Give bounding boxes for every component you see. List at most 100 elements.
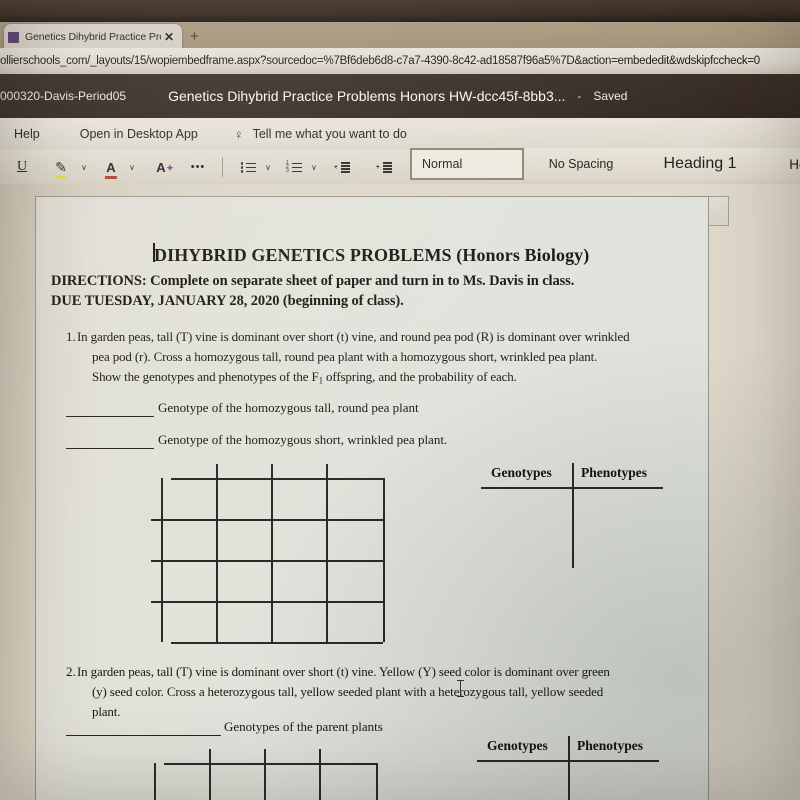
- underline-button[interactable]: U: [6, 150, 38, 184]
- phenotypes-header-1: Phenotypes: [581, 465, 648, 480]
- punnett-1-hline-2: [151, 560, 383, 562]
- ellipsis-icon: •••: [190, 160, 206, 173]
- address-bar-url: ollierschools_com/_layouts/15/wopiembedf…: [0, 55, 760, 67]
- directions-line-1: DIRECTIONS: Complete on separate sheet o…: [51, 273, 575, 289]
- app-header: 000320-Davis-Period05 Genetics Dihybrid …: [0, 74, 800, 118]
- font-color-button[interactable]: A: [98, 150, 124, 184]
- decrease-indent-icon: ‹: [335, 161, 350, 173]
- punnett-1-vline-3: [326, 464, 328, 642]
- punnett-square-1[interactable]: [151, 464, 393, 644]
- table-1-horizontal-rule: [481, 487, 663, 489]
- title-separator: -: [577, 89, 582, 103]
- directions-line-2: DUE TUESDAY, JANUARY 28, 2020 (beginning…: [51, 293, 404, 309]
- question-1-line-2: pea pod (r). Cross a homozygous tall, ro…: [92, 349, 598, 364]
- question-2-line-1: In garden peas, tall (T) vine is dominan…: [77, 664, 610, 679]
- clear-formatting-letter: A: [156, 159, 166, 175]
- increase-indent-button[interactable]: ›: [370, 150, 398, 184]
- punnett-2-hline-0: [164, 763, 376, 765]
- increase-indent-icon: ›: [377, 161, 392, 173]
- tab-title: Genetics Dihybrid Practice Proble: [25, 31, 161, 43]
- more-font-options-button[interactable]: •••: [184, 150, 212, 184]
- answer-blank-1a-label: Genotype of the homozygous tall, round p…: [158, 400, 419, 415]
- lightbulb-icon: ♀: [233, 126, 244, 142]
- screen-photo: Genetics Dihybrid Practice Proble ✕ + ol…: [0, 0, 800, 800]
- font-color-icon: A: [105, 159, 117, 179]
- answer-blank-1b[interactable]: [66, 448, 154, 450]
- answer-blank-2a[interactable]: [66, 735, 221, 737]
- highlight-color-button[interactable]: ✎: [46, 150, 76, 184]
- chevron-down-icon: ∨: [81, 162, 87, 172]
- decrease-indent-button[interactable]: ‹: [328, 150, 356, 184]
- style-heading-2[interactable]: Heading 2: [762, 148, 800, 180]
- font-color-letter: A: [106, 159, 116, 175]
- text-ibeam-cursor: [457, 679, 464, 698]
- chevron-down-icon: ∨: [311, 162, 317, 172]
- punnett-2-vline-0: [154, 763, 156, 800]
- ibeam-stem: [460, 681, 462, 696]
- clear-formatting-button[interactable]: A ✦: [146, 150, 176, 184]
- menu-item-help[interactable]: Help: [14, 127, 40, 141]
- table-2-horizontal-rule: [477, 760, 659, 762]
- style-gallery: Normal No Spacing Heading 1 Heading 2: [410, 148, 800, 180]
- punnett-2-vline-1: [209, 749, 211, 800]
- document-page[interactable]: DIHYBRID GENETICS PROBLEMS (Honors Biolo…: [35, 196, 709, 800]
- punnett-square-2[interactable]: [154, 749, 386, 800]
- browser-tab[interactable]: Genetics Dihybrid Practice Proble ✕: [4, 24, 182, 50]
- answer-blank-1b-label: Genotype of the homozygous short, wrinkl…: [158, 432, 448, 447]
- menu-item-open-in-desktop-app[interactable]: Open in Desktop App: [80, 127, 198, 141]
- window-titlebar: [0, 0, 800, 24]
- punnett-2-vline-4: [376, 763, 378, 800]
- menubar: Help Open in Desktop App ♀ Tell me what …: [0, 118, 800, 150]
- genotypes-header-2: Genotypes: [487, 738, 548, 753]
- ibeam-cap-bottom: [457, 695, 464, 697]
- highlighter-icon: ✎: [55, 159, 67, 179]
- style-no-spacing[interactable]: No Spacing: [524, 148, 638, 180]
- question-1-line-3: Show the genotypes and phenotypes of the…: [92, 369, 517, 386]
- question-1-line-1: In garden peas, tall (T) vine is dominan…: [77, 329, 630, 344]
- answer-blank-1a[interactable]: [66, 416, 154, 418]
- tab-favicon-icon: [8, 31, 19, 43]
- address-bar[interactable]: ollierschools_com/_layouts/15/wopiembedf…: [0, 48, 800, 74]
- chevron-down-icon: ∨: [129, 162, 135, 172]
- new-tab-button[interactable]: +: [190, 28, 199, 45]
- style-normal[interactable]: Normal: [410, 148, 524, 180]
- tell-me-search[interactable]: Tell me what you want to do: [253, 127, 407, 141]
- numbered-list-button[interactable]: 1 2 3: [282, 150, 306, 184]
- font-color-swatch: [105, 175, 117, 179]
- worksheet-title: DIHYBRID GENETICS PROBLEMS (Honors Biolo…: [154, 245, 590, 265]
- punnett-1-hline-4: [171, 642, 383, 644]
- punnett-1-hline-1: [151, 519, 383, 521]
- numbered-list-dropdown[interactable]: ∨: [306, 150, 320, 184]
- document-title[interactable]: Genetics Dihybrid Practice Problems Hono…: [168, 88, 565, 104]
- punnett-2-vline-2: [264, 749, 266, 800]
- punnett-1-vline-1: [216, 464, 218, 642]
- genotype-phenotype-table-1: Genotypes Phenotypes: [481, 463, 671, 570]
- bullet-list-button[interactable]: [236, 150, 260, 184]
- genotypes-header-1: Genotypes: [491, 465, 552, 480]
- style-heading-1[interactable]: Heading 1: [638, 148, 762, 180]
- punnett-1-hline-3: [151, 601, 383, 603]
- question-1-line-3-tail: offspring, and the probability of each.: [322, 369, 517, 384]
- question-1-number: 1.: [66, 329, 76, 344]
- numbered-list-icon: 1 2 3: [286, 161, 302, 174]
- toolbar-divider: [222, 157, 223, 177]
- document-owner-label[interactable]: 000320-Davis-Period05: [0, 89, 126, 103]
- document-canvas[interactable]: DIHYBRID GENETICS PROBLEMS (Honors Biolo…: [0, 184, 800, 800]
- question-1-line-3-head: Show the genotypes and phenotypes of the…: [92, 369, 319, 384]
- save-status-badge: Saved: [593, 89, 628, 103]
- font-color-dropdown[interactable]: ∨: [124, 150, 138, 184]
- answer-blank-2a-label: Genotypes of the parent plants: [224, 719, 383, 734]
- phenotypes-header-2: Phenotypes: [577, 738, 644, 753]
- question-2-line-2: (y) seed color. Cross a heterozygous tal…: [92, 684, 604, 699]
- question-2-line-3: plant.: [92, 704, 121, 719]
- close-icon[interactable]: ✕: [161, 30, 177, 44]
- highlight-color-dropdown[interactable]: ∨: [76, 150, 90, 184]
- bullet-list-icon: [240, 161, 256, 173]
- punnett-2-vline-3: [319, 749, 321, 800]
- table-2-vertical-rule: [568, 736, 570, 800]
- clear-formatting-icon: A ✦: [156, 159, 174, 175]
- punnett-1-vline-2: [271, 464, 273, 642]
- punnett-1-vline-4: [383, 478, 385, 642]
- table-1-vertical-rule: [572, 463, 574, 568]
- bullet-list-dropdown[interactable]: ∨: [260, 150, 274, 184]
